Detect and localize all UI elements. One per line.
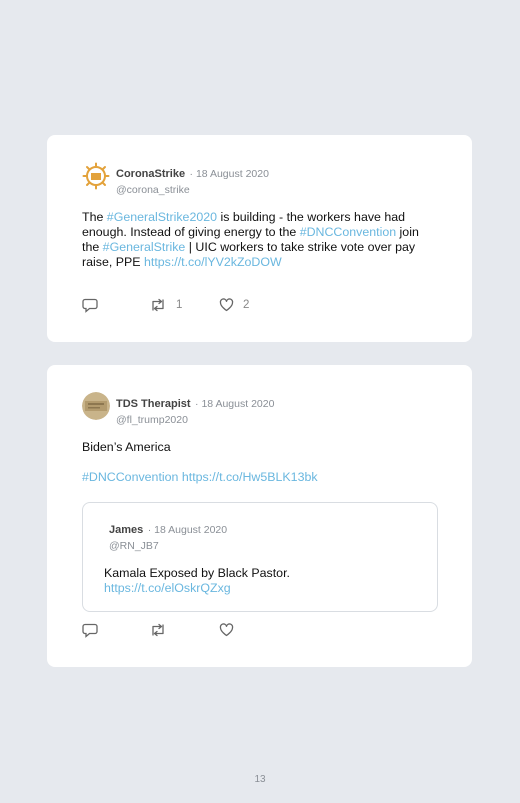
tweet-card[interactable]: CoronaStrike · 18 August 2020 @corona_st…	[47, 135, 472, 342]
tweet-text: Biden’s America #DNCConvention https://t…	[82, 440, 437, 485]
tweet-date: · 18 August 2020	[189, 168, 269, 180]
hashtag-link[interactable]: #GeneralStrike	[103, 240, 186, 254]
retweet-button[interactable]	[149, 622, 167, 638]
retweet-count: 1	[176, 299, 183, 311]
author-name[interactable]: TDS Therapist	[116, 398, 191, 410]
url-link[interactable]: https://t.co/elOskrQZxg	[104, 581, 290, 596]
retweet-icon	[152, 623, 164, 637]
quoted-tweet-date: · 18 August 2020	[147, 524, 228, 536]
tweet-line: Biden’s America	[82, 440, 171, 454]
text-segment: The	[82, 210, 107, 224]
author-name[interactable]: CoronaStrike	[116, 168, 185, 180]
like-count: 2	[243, 299, 250, 311]
tweet-date: · 18 August 2020	[195, 398, 275, 410]
url-link[interactable]: https://t.co/lYV2kZoDOW	[144, 255, 282, 269]
url-link[interactable]: https://t.co/Hw5BLK13bk	[182, 470, 318, 484]
reply-icon	[82, 623, 98, 638]
like-button[interactable]: 2	[219, 297, 249, 313]
tweet-card[interactable]: TDS Therapist · 18 August 2020 @fl_trump…	[47, 365, 472, 667]
hashtag-link[interactable]: #DNCConvention	[300, 225, 396, 239]
tweet-actions	[82, 622, 282, 638]
heart-icon	[219, 623, 234, 637]
retweet-icon	[152, 298, 164, 312]
heart-icon	[219, 298, 234, 312]
tweet-actions: 1 2	[82, 297, 282, 313]
reply-button[interactable]	[82, 297, 98, 313]
author-handle[interactable]: @fl_trump2020	[116, 414, 274, 426]
quoted-tweet-text: Kamala Exposed by Black Pastor. https://…	[104, 566, 290, 596]
like-button[interactable]	[219, 622, 234, 638]
reply-button[interactable]	[82, 622, 98, 638]
reply-icon	[82, 298, 98, 313]
tweet-text: The #GeneralStrike2020 is building - the…	[82, 210, 437, 270]
hashtag-link[interactable]: #GeneralStrike2020	[107, 210, 217, 224]
avatar[interactable]	[82, 392, 110, 420]
quoted-author-name[interactable]: James	[109, 524, 143, 536]
avatar[interactable]	[82, 162, 110, 190]
retweet-button[interactable]: 1	[149, 297, 182, 313]
page-number: 13	[254, 774, 266, 785]
author-handle[interactable]: @corona_strike	[116, 184, 269, 196]
quoted-tweet[interactable]: James · 18 August 2020 @RN_JB7 Kamala Ex…	[82, 502, 438, 612]
hashtag-link[interactable]: #DNCConvention	[82, 470, 178, 484]
quoted-text-line: Kamala Exposed by Black Pastor.	[104, 566, 290, 580]
tweet-links: #DNCConvention https://t.co/Hw5BLK13bk	[82, 470, 437, 485]
quoted-author-handle[interactable]: @RN_JB7	[109, 540, 227, 552]
